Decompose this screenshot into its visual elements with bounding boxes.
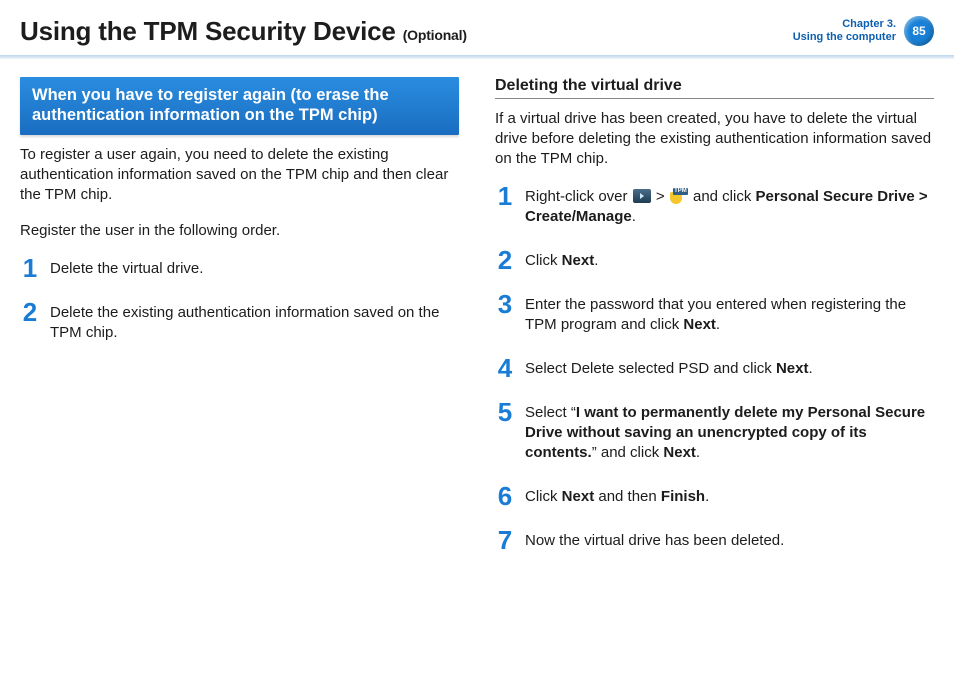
- step-text-fragment: .: [632, 208, 636, 225]
- step-text-bold: Next: [562, 488, 595, 505]
- system-tray-icon: [633, 188, 651, 204]
- callout-box: When you have to register again (to eras…: [20, 77, 459, 135]
- page-title-main: Using the TPM Security Device: [20, 16, 396, 46]
- right-column: Deleting the virtual drive If a virtual …: [495, 77, 934, 573]
- right-step-text: Click Next and then Finish.: [525, 485, 709, 507]
- step-text-bold: Next: [663, 444, 696, 461]
- left-column: When you have to register again (to eras…: [20, 77, 459, 573]
- right-heading: Deleting the virtual drive: [495, 77, 934, 99]
- step-text-bold: I want to permanently delete my Personal…: [525, 404, 925, 461]
- step-text-bold: Next: [683, 316, 716, 333]
- step-text-fragment: .: [696, 444, 700, 461]
- step-text-bold: Finish: [661, 488, 705, 505]
- right-steps: Right-click over > TPM and click Persona…: [495, 185, 934, 551]
- left-step: Delete the existing authentication infor…: [20, 301, 459, 343]
- step-text-fragment: and click: [693, 188, 756, 205]
- right-step: Click Next and then Finish.: [495, 485, 934, 507]
- tpm-program-icon: TPM: [670, 188, 688, 204]
- step-text-fragment: Now the virtual drive has been deleted.: [525, 532, 784, 549]
- right-step-text: Now the virtual drive has been deleted.: [525, 529, 784, 551]
- left-paragraph-1: To register a user again, you need to de…: [20, 145, 459, 205]
- right-step: Click Next.: [495, 249, 934, 271]
- page-number-badge: 85: [904, 16, 934, 46]
- right-step: Right-click over > TPM and click Persona…: [495, 185, 934, 227]
- left-steps: Delete the virtual drive. Delete the exi…: [20, 257, 459, 343]
- step-text-fragment: Right-click over: [525, 188, 632, 205]
- right-step: Select “I want to permanently delete my …: [495, 401, 934, 463]
- header-divider: [0, 55, 954, 59]
- left-step-text: Delete the virtual drive.: [50, 257, 203, 279]
- step-text-fragment: .: [716, 316, 720, 333]
- step-text-fragment: .: [705, 488, 709, 505]
- right-intro: If a virtual drive has been created, you…: [495, 109, 934, 169]
- step-text-fragment: Click: [525, 252, 562, 269]
- chapter-text: Chapter 3. Using the computer: [793, 18, 896, 44]
- right-step-text: Right-click over > TPM and click Persona…: [525, 185, 934, 227]
- step-text-bold: Next: [776, 360, 809, 377]
- chapter-block: Chapter 3. Using the computer 85: [793, 16, 934, 46]
- right-step-text: Click Next.: [525, 249, 598, 271]
- step-text-bold: Next: [562, 252, 595, 269]
- step-text-fragment: .: [808, 360, 812, 377]
- page-title: Using the TPM Security Device (Optional): [20, 16, 467, 47]
- step-text-fragment: >: [656, 188, 669, 205]
- left-step-text: Delete the existing authentication infor…: [50, 301, 459, 343]
- left-step: Delete the virtual drive.: [20, 257, 459, 279]
- page-header: Using the TPM Security Device (Optional)…: [20, 16, 934, 53]
- chapter-line-2: Using the computer: [793, 31, 896, 44]
- right-step-text: Enter the password that you entered when…: [525, 293, 934, 335]
- step-text-fragment: Click: [525, 488, 562, 505]
- step-text-fragment: and then: [594, 488, 661, 505]
- page-title-suffix: (Optional): [403, 27, 467, 43]
- step-text-fragment: Select “: [525, 404, 576, 421]
- step-text-fragment: ” and click: [592, 444, 664, 461]
- right-step-text: Select Delete selected PSD and click Nex…: [525, 357, 813, 379]
- right-step: Now the virtual drive has been deleted.: [495, 529, 934, 551]
- right-step: Select Delete selected PSD and click Nex…: [495, 357, 934, 379]
- right-step: Enter the password that you entered when…: [495, 293, 934, 335]
- step-text-fragment: Select Delete selected PSD and click: [525, 360, 776, 377]
- right-step-text: Select “I want to permanently delete my …: [525, 401, 934, 463]
- left-paragraph-2: Register the user in the following order…: [20, 221, 459, 241]
- step-text-fragment: .: [594, 252, 598, 269]
- chapter-line-1: Chapter 3.: [793, 18, 896, 31]
